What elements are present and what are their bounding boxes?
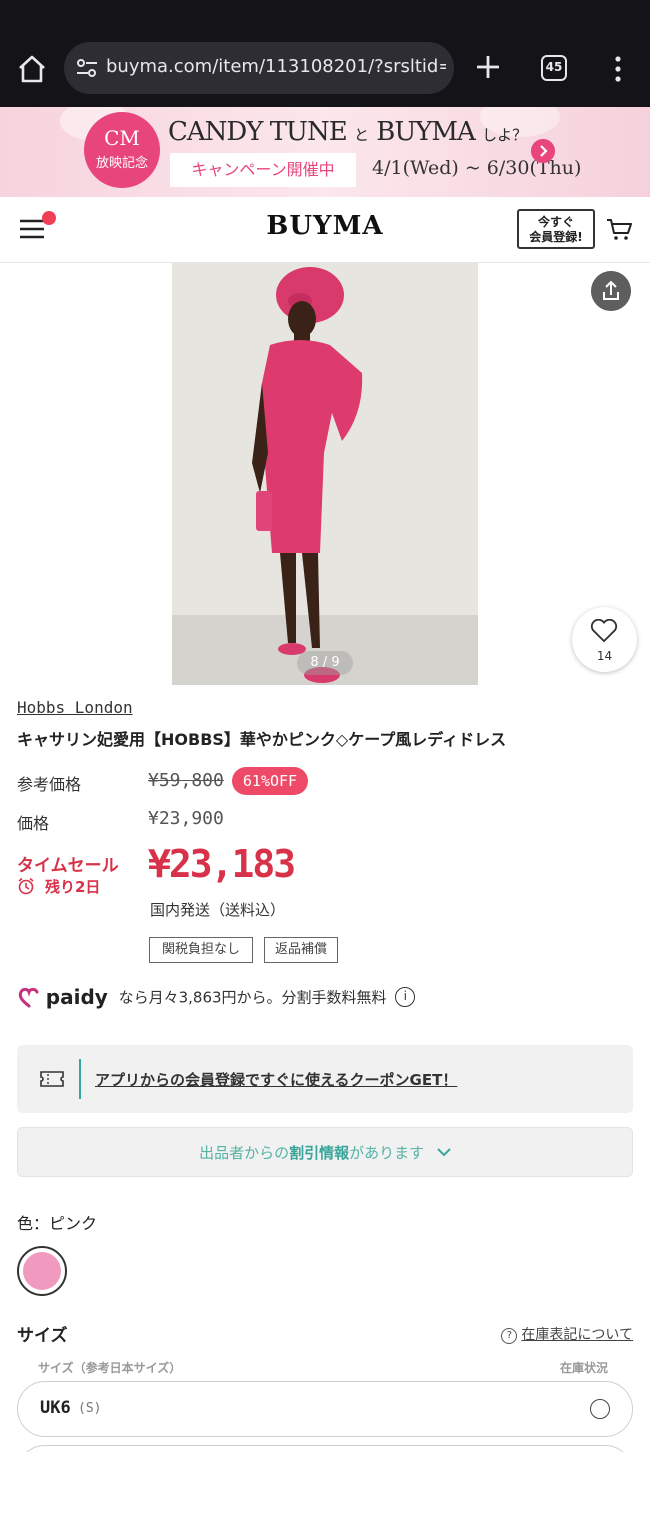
chevron-right-icon[interactable] (531, 139, 555, 163)
favorite-count: 14 (596, 649, 613, 663)
size-radio[interactable] (590, 1399, 610, 1419)
discount-info-accordion[interactable]: 出品者からの割引情報があります (17, 1127, 633, 1177)
size-value: UK6 (40, 1398, 71, 1418)
brand-link[interactable]: Hobbs London (17, 698, 133, 717)
price: ¥23,900 (148, 808, 224, 829)
discount-badge: 61%OFF (232, 767, 308, 795)
tab-switcher-button[interactable]: 45 (541, 55, 567, 81)
model-illustration (252, 267, 363, 683)
return-guarantee-tag: 返品補償 (264, 937, 338, 963)
favorite-button[interactable]: 14 (572, 607, 637, 672)
more-options-icon[interactable] (608, 54, 628, 84)
register-button[interactable]: 今すぐ 会員登録! (517, 209, 595, 249)
paidy-info[interactable]: paidy なら月々3,863円から。分割手数料無料 i (17, 985, 416, 1013)
info-icon[interactable]: i (395, 987, 416, 1007)
site-header: BUYMA 今すぐ 会員登録! (0, 197, 650, 263)
heart-icon (590, 619, 618, 643)
size-option-uk6[interactable]: UK6 (S) (17, 1381, 633, 1437)
url-text[interactable]: buyma.com/item/113108201/?srsltid=AfmB (106, 56, 446, 77)
size-heading: サイズ (17, 1326, 68, 1346)
paidy-wordmark: paidy (45, 985, 108, 1009)
image-counter: 8 / 9 (297, 651, 353, 675)
divider (79, 1059, 81, 1099)
sale-price: ¥23,183 (148, 842, 296, 886)
home-icon[interactable] (16, 54, 48, 84)
banner-headline: CANDY TUNE と BUYMA しよ？ (168, 117, 528, 147)
campaign-label: キャンペーン開催中 (170, 153, 356, 187)
color-swatch-pink[interactable] (17, 1246, 67, 1296)
stock-notation-link[interactable]: ? 在庫表記について (501, 1324, 633, 1344)
cm-badge: CM 放映記念 (84, 112, 160, 188)
chevron-down-icon (437, 1148, 451, 1157)
page-bottom-blank (0, 1452, 650, 1518)
size-column-header: サイズ（参考日本サイズ） (38, 1361, 182, 1375)
product-image[interactable]: 8 / 9 (172, 263, 478, 685)
ref-price: ¥59,800 (148, 770, 224, 791)
size-jp-equivalent: (S) (78, 1401, 102, 1416)
alarm-clock-icon (18, 877, 34, 895)
product-title: キャサリン妃愛用【HOBBS】華やかピンク◇ケープ風レディドレス (17, 730, 507, 749)
browser-toolbar: buyma.com/item/113108201/?srsltid=AfmB 4… (0, 0, 650, 107)
campaign-banner[interactable]: CM 放映記念 CANDY TUNE と BUYMA しよ？ キャンペーン開催中… (0, 107, 650, 197)
ref-price-label: 参考価格 (17, 775, 82, 794)
address-bar[interactable]: buyma.com/item/113108201/?srsltid=AfmB (64, 42, 454, 94)
share-icon[interactable] (591, 271, 631, 311)
paidy-text: なら月々3,863円から。分割手数料無料 (118, 988, 387, 1007)
cart-icon[interactable] (606, 217, 632, 241)
help-icon: ? (501, 1328, 518, 1344)
coupon-link[interactable]: アプリからの会員登録ですぐに使えるクーポンGET！ (95, 1069, 457, 1090)
stock-column-header: 在庫状況 (560, 1361, 609, 1375)
color-label: 色：ピンク (17, 1214, 98, 1233)
price-label: 価格 (17, 814, 50, 833)
paidy-logo-icon (18, 987, 39, 1008)
time-sale-remaining: 残り2日 (17, 876, 100, 897)
duty-free-tag: 関税負担なし (149, 937, 253, 963)
ticket-icon (40, 1071, 64, 1087)
color-swatch-fill (23, 1252, 61, 1290)
time-sale-label: タイムセール (17, 856, 119, 876)
site-settings-icon[interactable] (76, 57, 98, 79)
shipping-info: 国内発送（送料込） (150, 901, 286, 919)
new-tab-icon[interactable] (474, 52, 502, 82)
coupon-banner[interactable]: アプリからの会員登録ですぐに使えるクーポンGET！ (17, 1045, 633, 1113)
